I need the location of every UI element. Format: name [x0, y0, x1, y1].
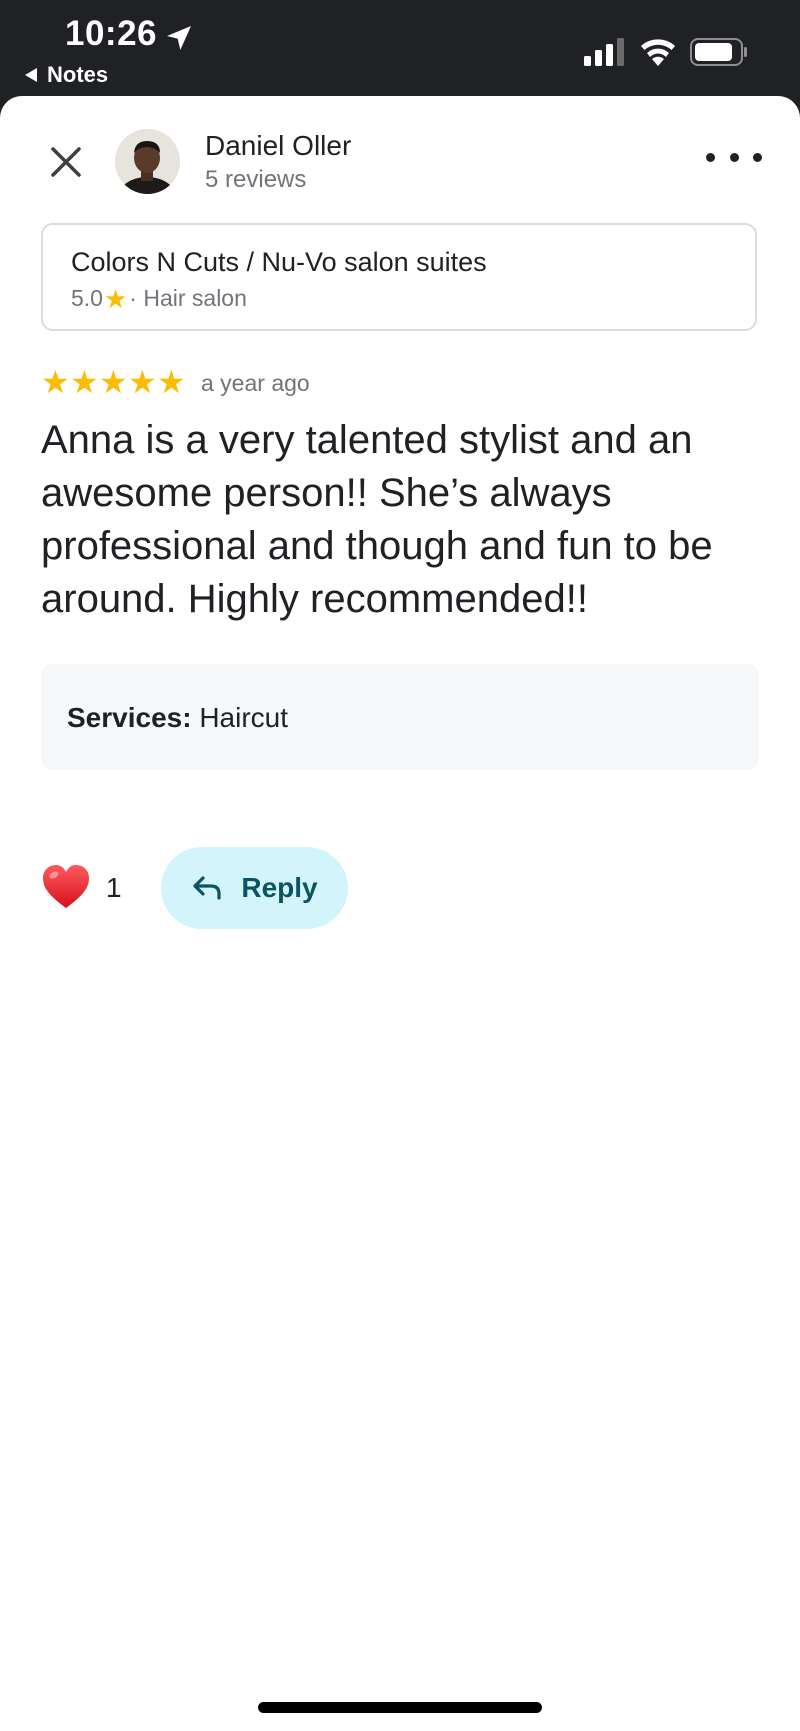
back-to-notes-link[interactable]: Notes: [25, 62, 108, 88]
star-icon: ★: [70, 364, 99, 400]
avatar-photo: [115, 129, 180, 194]
home-indicator[interactable]: [258, 1702, 542, 1713]
services-label: Services:: [67, 702, 192, 733]
star-icon: ★: [103, 283, 128, 314]
avatar[interactable]: [115, 129, 180, 194]
star-icon: ★: [99, 364, 128, 400]
reviewer-name[interactable]: Daniel Oller: [205, 130, 351, 162]
heart-icon[interactable]: [41, 864, 91, 910]
place-meta: 5.0 ★ · Hair salon: [71, 285, 247, 312]
star-icon: ★: [128, 364, 157, 400]
reply-button[interactable]: Reply: [161, 847, 348, 929]
place-name: Colors N Cuts / Nu-Vo salon suites: [71, 247, 487, 277]
place-category: · Hair salon: [129, 285, 247, 311]
battery-icon: [690, 38, 747, 66]
status-bar: 10:26 Notes: [0, 0, 800, 96]
dot: [753, 152, 762, 162]
reply-icon: [193, 876, 221, 900]
status-time: 10:26: [65, 14, 158, 53]
place-rating: 5.0: [71, 285, 103, 311]
back-app-label: Notes: [47, 62, 109, 87]
dot: [729, 152, 739, 162]
location-arrow-icon: [167, 26, 191, 50]
review-date: a year ago: [201, 370, 310, 396]
review-star-rating: ★ ★ ★ ★ ★: [41, 366, 186, 398]
dot: [706, 152, 715, 162]
review-sheet: Daniel Oller 5 reviews Colors N Cuts / N…: [0, 96, 800, 1731]
place-card[interactable]: Colors N Cuts / Nu-Vo salon suites 5.0 ★…: [41, 223, 757, 331]
wifi-icon: [641, 39, 675, 66]
reviewer-review-count: 5 reviews: [205, 166, 307, 193]
services-value: Haircut: [191, 702, 289, 733]
services-box: Services: Haircut: [41, 664, 759, 770]
back-triangle-icon: [25, 68, 37, 82]
like-count: 1: [106, 872, 122, 903]
cellular-signal-icon: [584, 38, 624, 66]
close-icon[interactable]: [44, 140, 88, 184]
star-icon: ★: [41, 364, 70, 400]
reply-label: Reply: [241, 872, 318, 903]
star-icon: ★: [157, 364, 186, 400]
review-text: Anna is a very talented stylist and an a…: [41, 418, 713, 621]
more-options-icon[interactable]: [706, 142, 762, 172]
services-text: Services: Haircut: [67, 702, 288, 734]
